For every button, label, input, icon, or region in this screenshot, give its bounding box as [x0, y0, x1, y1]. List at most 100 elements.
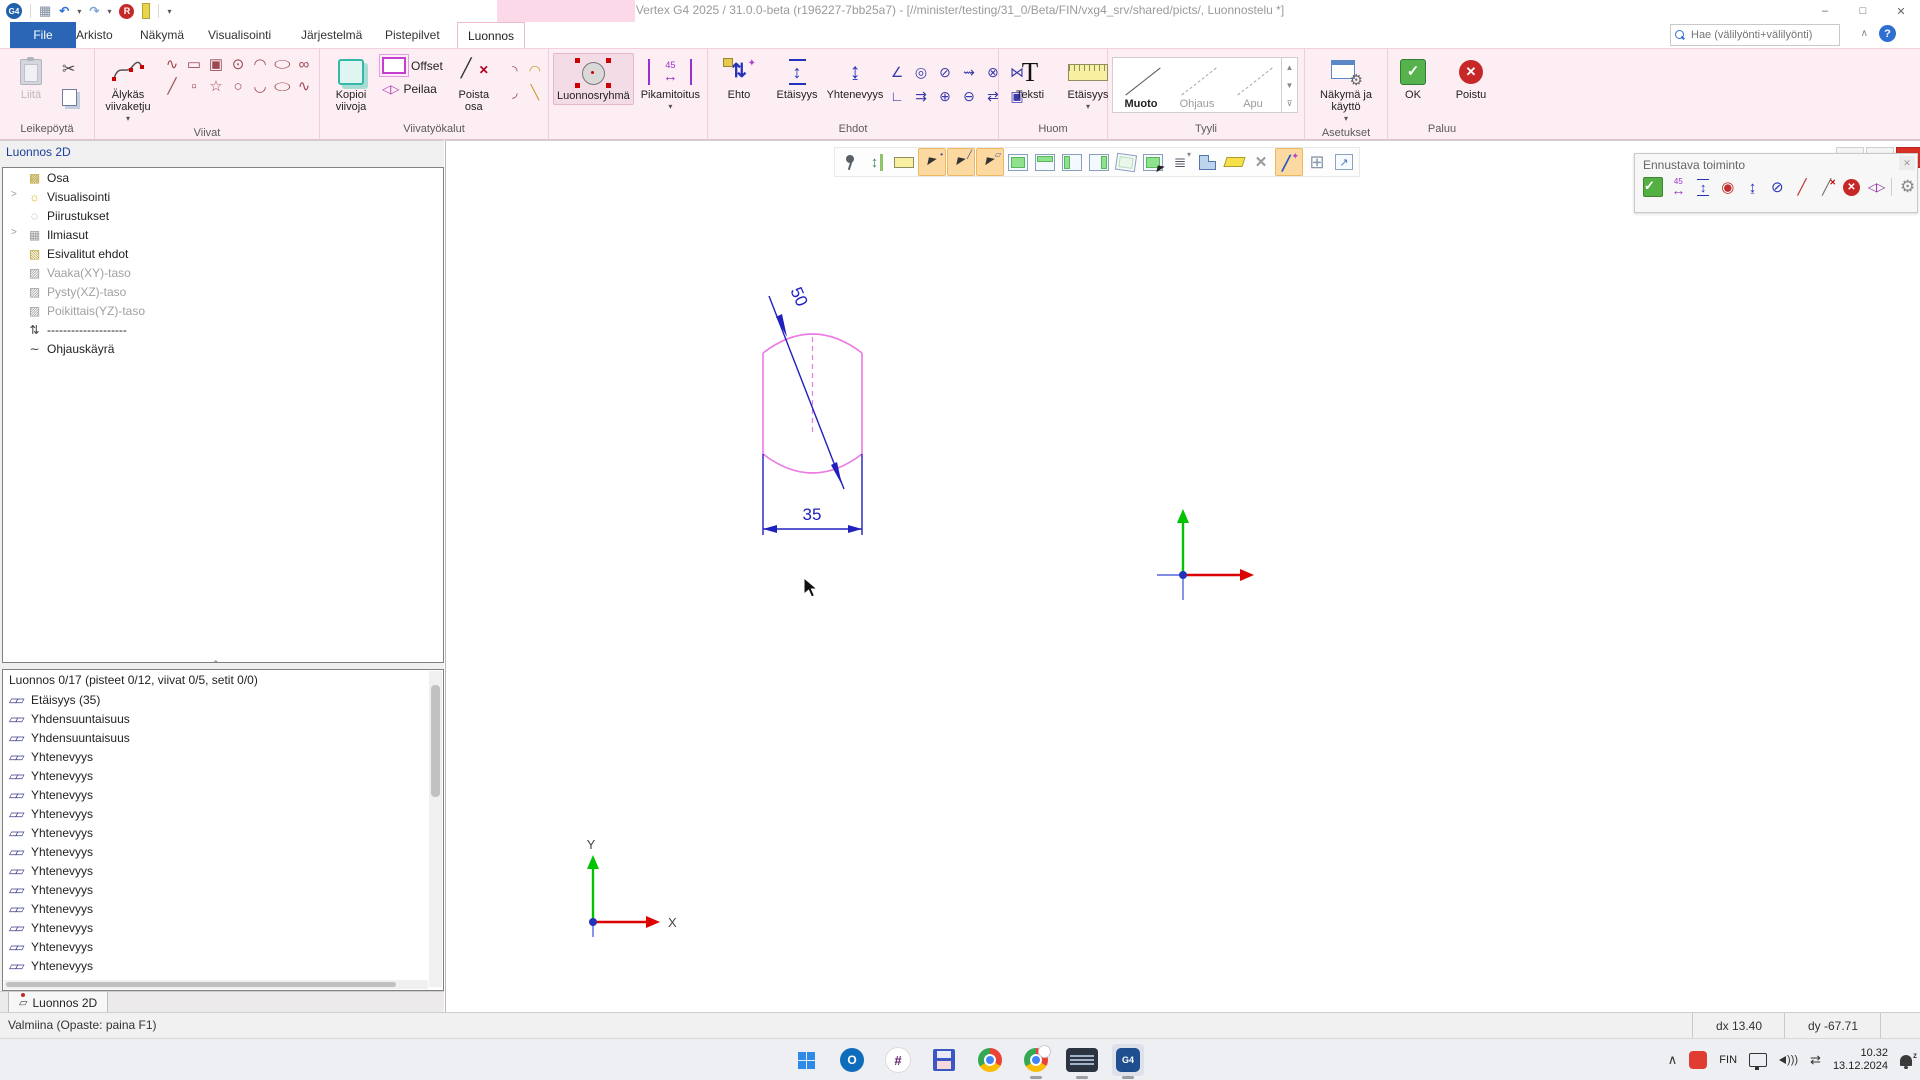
rectangle-center-icon[interactable]: ▣: [205, 53, 227, 75]
save-app-icon[interactable]: [928, 1044, 960, 1076]
remove-part-button[interactable]: ╱✕ Poista osa: [447, 53, 501, 115]
constraint-row[interactable]: ▱▱Yhtenevyys: [3, 956, 443, 975]
tab-luonnos[interactable]: Luonnos: [457, 22, 525, 49]
search-box[interactable]: [1670, 24, 1840, 46]
tray-expand-icon[interactable]: ∧: [1668, 1052, 1678, 1068]
tab-nakyma[interactable]: Näkymä: [130, 22, 194, 48]
constraint-row[interactable]: ▱▱Etäisyys (35): [3, 690, 443, 709]
tree-item-piirustukset[interactable]: ◌Piirustukset: [3, 206, 443, 225]
scrollbar-thumb[interactable]: [431, 685, 440, 797]
style-control-button[interactable]: Ohjaus: [1169, 58, 1225, 112]
constraint-row[interactable]: ▱▱Yhtenevyys: [3, 842, 443, 861]
trim-icon[interactable]: ╱✕: [1817, 176, 1836, 198]
constraint-row[interactable]: ▱▱Yhtenevyys: [3, 804, 443, 823]
expander-icon[interactable]: >: [11, 189, 17, 200]
constraint-row[interactable]: ▱▱Yhtenevyys: [3, 899, 443, 918]
spline-icon[interactable]: ∿: [293, 75, 315, 97]
rectangle-icon[interactable]: ▭: [183, 53, 205, 75]
mirror-icon[interactable]: ◁▷: [1867, 176, 1886, 198]
tray-red-app-icon[interactable]: [1689, 1051, 1707, 1069]
constraint-row[interactable]: ▱▱Yhtenevyys: [3, 918, 443, 937]
constraint-row[interactable]: ▱▱Yhtenevyys: [3, 937, 443, 956]
text-button[interactable]: T Teksti: [1003, 53, 1057, 103]
settings-gear-icon[interactable]: ⚙: [1898, 176, 1917, 198]
concentric-icon[interactable]: ◉: [1718, 176, 1737, 198]
maximize-button[interactable]: □: [1844, 0, 1882, 22]
delete-mode-icon[interactable]: ✕: [1248, 149, 1274, 175]
paste-button[interactable]: Liitä: [4, 53, 58, 103]
help-button[interactable]: ?: [1879, 25, 1896, 42]
exit-button[interactable]: ✕ Poistu: [1444, 53, 1498, 103]
smart-select-icon[interactable]: ╱✦: [1275, 148, 1303, 176]
mirror-button[interactable]: ◁▷ Peilaa: [382, 82, 443, 96]
cancel-icon[interactable]: ✕: [1842, 176, 1861, 198]
style-shape-button[interactable]: Muoto: [1113, 58, 1169, 112]
parallel-constraint-icon[interactable]: ⇉: [910, 85, 932, 107]
scroll-more-icon[interactable]: ⊽: [1287, 99, 1293, 108]
select-line-icon[interactable]: ╱: [947, 148, 975, 176]
line-icon[interactable]: ╱: [161, 75, 183, 97]
radius-constraint-icon[interactable]: ⊕: [934, 85, 956, 107]
redo-caret-icon[interactable]: ▾: [107, 7, 111, 16]
view-right-icon[interactable]: [1086, 149, 1112, 175]
tree-item-xz-plane[interactable]: ▨Pysty(XZ)-taso: [3, 282, 443, 301]
smart-polyline-button[interactable]: Älykäs viivaketju ▾: [99, 53, 157, 127]
sync-icon[interactable]: ⇄: [1810, 1052, 1821, 1068]
coincidence-button[interactable]: ↨ Yhtenevyys: [828, 53, 882, 103]
fillet-trim-icon[interactable]: ◞: [505, 81, 525, 103]
cut-icon[interactable]: ✂: [62, 59, 77, 79]
diameter-constraint-icon[interactable]: ⊘: [934, 61, 956, 83]
customize-toolbar-icon[interactable]: ▾: [167, 7, 171, 16]
tab-arkisto[interactable]: Arkisto: [66, 22, 123, 48]
accept-icon[interactable]: ✓: [1643, 176, 1663, 198]
quick-dimension-button[interactable]: 45 ↔ Pikamitoitus ▾: [638, 53, 703, 115]
drawing-canvas[interactable]: 35 50 Y X ↕: [445, 140, 1920, 1013]
view-use-button[interactable]: ⚙ Näkymä ja käyttö ▾: [1309, 53, 1383, 127]
constraint-row[interactable]: ▱▱Yhtenevyys: [3, 880, 443, 899]
undo-icon[interactable]: ↶: [59, 4, 69, 18]
perpendicular-constraint-icon[interactable]: ∟: [886, 85, 908, 107]
condition-button[interactable]: ⇅ ✦ Ehto: [712, 53, 766, 103]
ruler-icon[interactable]: [891, 149, 917, 175]
select-face-icon[interactable]: ▱: [976, 148, 1004, 176]
save-icon[interactable]: ▦: [39, 3, 51, 19]
scrollbar-thumb[interactable]: [6, 982, 396, 987]
model-3d-icon[interactable]: [1194, 149, 1220, 175]
line-point-icon[interactable]: ╱: [1793, 176, 1812, 198]
polygon-icon[interactable]: ☆: [205, 75, 227, 97]
dimension-width-label[interactable]: 35: [803, 505, 822, 524]
search-input[interactable]: [1689, 28, 1835, 42]
angle-constraint-icon[interactable]: ∠: [886, 61, 908, 83]
view-left-icon[interactable]: [1059, 149, 1085, 175]
select-point-icon[interactable]: •: [918, 148, 946, 176]
diameter-icon[interactable]: ⊘: [1768, 176, 1787, 198]
round-icon[interactable]: ◠: [525, 59, 545, 81]
distance-note-button[interactable]: Etäisyys ▾: [1061, 53, 1115, 115]
arc-3point-icon[interactable]: ◠: [249, 53, 271, 75]
tab-jarjestelma[interactable]: Järjestelmä: [291, 22, 372, 48]
copy-icon[interactable]: [62, 89, 77, 106]
constraint-row[interactable]: ▱▱Yhtenevyys: [3, 861, 443, 880]
offset-button[interactable]: Offset: [382, 57, 443, 74]
ok-button[interactable]: ✓ OK: [1386, 53, 1440, 103]
fit-measure-icon[interactable]: ↕: [864, 149, 890, 175]
vertical-dimension-icon[interactable]: ↕: [1694, 176, 1713, 198]
collapse-ribbon-icon[interactable]: ∧: [1861, 28, 1868, 39]
view-face-select-icon[interactable]: [1140, 149, 1166, 175]
closed-spline-icon[interactable]: ∞: [293, 53, 315, 75]
symmetry-icon[interactable]: ↨: [1743, 176, 1762, 198]
tree-item-separator[interactable]: ⇅--------------------: [3, 320, 443, 339]
list-view-icon[interactable]: ≣▾: [1167, 149, 1193, 175]
close-button[interactable]: ✕: [1882, 0, 1920, 22]
undo-caret-icon[interactable]: ▾: [77, 7, 81, 16]
copy-lines-button[interactable]: Kopioi viivoja: [324, 53, 378, 115]
equal-constraint-icon[interactable]: ⊖: [958, 85, 980, 107]
dimension-diameter-label[interactable]: 50: [786, 284, 811, 309]
tab-luonnos-2d[interactable]: ▱ Luonnos 2D: [8, 992, 108, 1014]
tangent-constraint-icon[interactable]: ⇝: [958, 61, 980, 83]
expander-icon[interactable]: >: [11, 227, 17, 238]
notification-bell-icon[interactable]: z: [1900, 1055, 1912, 1066]
vertical-scrollbar[interactable]: [429, 671, 442, 987]
sketch-group-button[interactable]: Luonnosryhmä: [553, 53, 634, 105]
constraint-row[interactable]: ▱▱Yhtenevyys: [3, 747, 443, 766]
